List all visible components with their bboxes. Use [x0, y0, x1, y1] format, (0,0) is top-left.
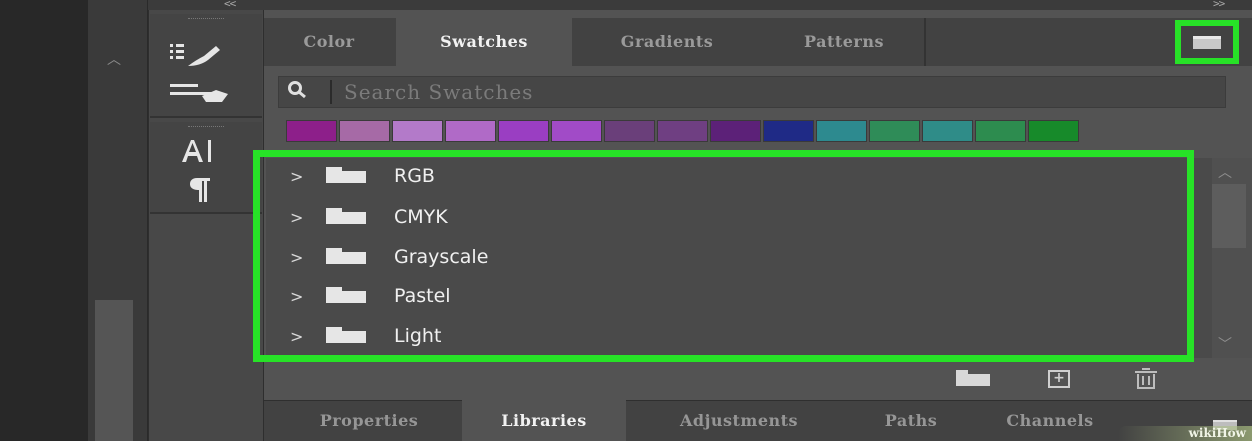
- new-swatch-icon[interactable]: +: [1048, 370, 1070, 388]
- brush-presets-icon[interactable]: [170, 82, 234, 104]
- search-icon: [288, 81, 306, 99]
- color-swatch[interactable]: [286, 120, 337, 142]
- character-icon[interactable]: [180, 138, 214, 164]
- tab-divider: [924, 18, 926, 66]
- color-swatch[interactable]: [975, 120, 1026, 142]
- new-group-icon[interactable]: [956, 370, 990, 388]
- tab-channels[interactable]: Channels: [970, 400, 1130, 441]
- scroll-up-icon[interactable]: ︿: [104, 52, 124, 68]
- search-divider: [330, 80, 332, 104]
- color-swatch[interactable]: [710, 120, 761, 142]
- left-scrollbar-thumb[interactable]: [95, 300, 133, 441]
- expand-right-button[interactable]: >>: [1213, 0, 1225, 10]
- color-swatch[interactable]: [604, 120, 655, 142]
- tab-adjustments[interactable]: Adjustments: [636, 400, 842, 441]
- brush-settings-icon[interactable]: [170, 42, 234, 70]
- panel-dock-header: [148, 0, 1252, 10]
- color-swatch[interactable]: [339, 120, 390, 142]
- tab-libraries[interactable]: Libraries: [462, 400, 626, 441]
- tab-properties[interactable]: Properties: [284, 400, 454, 441]
- wikihow-watermark: wikiHow: [1118, 426, 1252, 441]
- tab-paths[interactable]: Paths: [856, 400, 966, 441]
- color-swatch[interactable]: [551, 120, 602, 142]
- paragraph-icon[interactable]: [188, 178, 212, 202]
- collapse-left-button[interactable]: <<: [224, 0, 236, 10]
- color-swatch[interactable]: [816, 120, 867, 142]
- recent-swatches: [286, 120, 1079, 142]
- canvas-area: [0, 0, 88, 441]
- scroll-up-icon[interactable]: ︿: [1218, 162, 1232, 182]
- color-swatch[interactable]: [1028, 120, 1079, 142]
- search-input[interactable]: [344, 78, 1204, 106]
- tab-patterns[interactable]: Patterns: [764, 18, 924, 66]
- color-swatch[interactable]: [445, 120, 496, 142]
- color-swatch[interactable]: [922, 120, 973, 142]
- color-swatch[interactable]: [392, 120, 443, 142]
- tab-swatches[interactable]: Swatches: [396, 18, 572, 66]
- color-swatch[interactable]: [763, 120, 814, 142]
- color-swatch[interactable]: [869, 120, 920, 142]
- grip-handle[interactable]: [188, 18, 224, 21]
- scroll-down-icon[interactable]: ﹀: [1218, 334, 1232, 354]
- grip-handle[interactable]: [188, 126, 224, 129]
- tool-group-type: [150, 122, 262, 214]
- right-scrollbar-thumb[interactable]: [1212, 184, 1246, 248]
- panel-menu-icon[interactable]: [1193, 36, 1221, 49]
- trash-icon[interactable]: [1134, 368, 1158, 390]
- swatch-groups-highlight: [253, 150, 1194, 362]
- color-swatch[interactable]: [657, 120, 708, 142]
- tool-group-brushes: [150, 14, 262, 118]
- tab-color[interactable]: Color: [282, 18, 376, 66]
- color-swatch[interactable]: [498, 120, 549, 142]
- tab-gradients[interactable]: Gradients: [582, 18, 752, 66]
